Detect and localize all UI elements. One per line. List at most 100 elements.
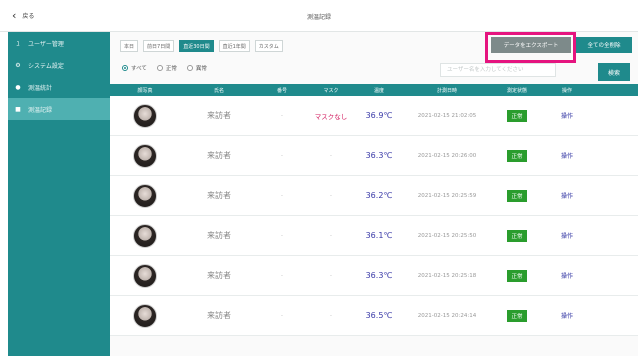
- mask-status: -: [329, 272, 333, 279]
- visitor-name: 来訪者: [207, 151, 231, 160]
- timestamp: 2021-02-15 20:24:14: [417, 312, 477, 319]
- timestamp: 2021-02-15 20:25:18: [417, 272, 477, 279]
- table-row: 来訪者 - - 36.2℃ 2021-02-15 20:25:59 正常 操作: [110, 176, 638, 216]
- avatar: [133, 303, 157, 328]
- sidebar-item-records[interactable]: ■ 測温記録: [8, 98, 110, 120]
- sidebar-item-users[interactable]: ﾕ ユーザー管理: [8, 32, 110, 54]
- timestamp: 2021-02-15 20:25:59: [417, 192, 477, 199]
- temperature: 36.1℃: [365, 231, 393, 240]
- radio-dot: [186, 65, 193, 71]
- radio-label: すべて: [131, 66, 147, 72]
- radio-dot: [122, 65, 128, 71]
- sidebar-item-label: ユーザー管理: [28, 40, 64, 48]
- visitor-number: -: [280, 232, 284, 239]
- sidebar-item-statistics[interactable]: ● 測温統計: [8, 76, 110, 98]
- column-header: 温度: [373, 87, 384, 94]
- status-badge: 正常: [507, 269, 527, 282]
- temperature: 36.3℃: [365, 271, 393, 280]
- status-badge: 正常: [507, 109, 527, 122]
- temperature: 36.2℃: [365, 191, 393, 200]
- main-content: 本日 前日7日間 直近30日間 直近1年間 カスタム データをエクスポート 全て…: [110, 32, 638, 356]
- date-filter-group: 本日 前日7日間 直近30日間 直近1年間 カスタム: [120, 40, 283, 52]
- radio-normal[interactable]: 正常: [156, 64, 177, 72]
- sidebar-item-settings[interactable]: ⚙ システム設定: [8, 54, 110, 76]
- status-radio-group: すべて 正常 異常: [122, 64, 207, 72]
- export-data-button[interactable]: データをエクスポート: [491, 37, 571, 53]
- avatar: [133, 143, 157, 168]
- filter-custom[interactable]: カスタム: [254, 40, 283, 52]
- top-bar: ‹ 戻る 測温記録: [0, 0, 638, 32]
- avatar: [133, 183, 157, 208]
- timestamp: 2021-02-15 20:26:00: [417, 152, 477, 159]
- search-button[interactable]: 検索: [598, 63, 630, 81]
- chart-icon: ●: [15, 83, 21, 91]
- column-header: 番号: [276, 87, 287, 94]
- search-input[interactable]: [440, 63, 556, 77]
- visitor-name: 来訪者: [207, 271, 231, 280]
- visitor-name: 来訪者: [207, 191, 231, 200]
- operation-link[interactable]: 操作: [561, 273, 573, 280]
- filter-today[interactable]: 本日: [120, 40, 139, 52]
- operation-link[interactable]: 操作: [561, 153, 573, 160]
- gear-icon: ⚙: [15, 61, 21, 69]
- status-badge: 正常: [507, 229, 527, 242]
- filter-last-30-days[interactable]: 直近30日間: [179, 40, 214, 52]
- table-row: 来訪者 - - 36.3℃ 2021-02-15 20:25:18 正常 操作: [110, 256, 638, 296]
- timestamp: 2021-02-15 21:02:05: [417, 112, 477, 119]
- visitor-number: -: [280, 112, 284, 119]
- sidebar-item-label: 測温統計: [28, 84, 53, 92]
- column-header: 計測日時: [436, 87, 457, 94]
- page-title: 測温記録: [306, 14, 331, 21]
- column-header: 氏名: [213, 87, 224, 94]
- status-badge: 正常: [507, 149, 527, 162]
- radio-label: 異常: [195, 66, 207, 72]
- avatar: [133, 223, 157, 248]
- sidebar-item-label: システム設定: [28, 62, 64, 70]
- sidebar-item-label: 測温記録: [28, 106, 53, 114]
- users-icon: ﾕ: [16, 40, 20, 48]
- visitor-name: 来訪者: [207, 111, 231, 120]
- visitor-number: -: [280, 312, 284, 319]
- operation-link[interactable]: 操作: [561, 313, 573, 320]
- column-header: 測定状態: [506, 87, 527, 94]
- delete-all-button[interactable]: 全ての全削除: [576, 37, 632, 53]
- avatar: [133, 103, 157, 128]
- radio-all[interactable]: すべて: [122, 64, 147, 72]
- mask-status: -: [329, 192, 333, 199]
- radio-abnormal[interactable]: 異常: [186, 64, 207, 72]
- status-badge: 正常: [507, 309, 527, 322]
- visitor-number: -: [280, 152, 284, 159]
- mask-status: -: [329, 152, 333, 159]
- timestamp: 2021-02-15 20:25:50: [417, 232, 477, 239]
- visitor-name: 来訪者: [207, 311, 231, 320]
- visitor-name: 来訪者: [207, 231, 231, 240]
- temperature: 36.9℃: [365, 111, 393, 120]
- column-header: 顔写真: [137, 87, 153, 94]
- records-table: 顔写真 氏名 番号 マスク 温度 計測日時 測定状態 操作 来訪者 - マスクな…: [110, 84, 638, 336]
- visitor-number: -: [280, 192, 284, 199]
- table-row: 来訪者 - マスクなし 36.9℃ 2021-02-15 21:02:05 正常…: [110, 96, 638, 136]
- visitor-number: -: [280, 272, 284, 279]
- sidebar: ﾕ ユーザー管理 ⚙ システム設定 ● 測温統計 ■ 測温記録: [8, 32, 110, 356]
- mask-status: マスクなし: [314, 112, 348, 121]
- column-header: マスク: [323, 87, 339, 94]
- temperature: 36.3℃: [365, 151, 393, 160]
- avatar: [133, 263, 157, 288]
- temperature: 36.5℃: [365, 311, 393, 320]
- radio-dot: [156, 65, 163, 71]
- mask-status: -: [329, 312, 333, 319]
- table-header: 顔写真 氏名 番号 マスク 温度 計測日時 測定状態 操作: [110, 84, 638, 96]
- record-icon: ■: [15, 105, 21, 113]
- radio-label: 正常: [165, 66, 177, 72]
- filter-last-1-year[interactable]: 直近1年間: [218, 40, 250, 52]
- table-row: 来訪者 - - 36.5℃ 2021-02-15 20:24:14 正常 操作: [110, 296, 638, 336]
- filter-last-7-days[interactable]: 前日7日間: [143, 40, 175, 52]
- status-badge: 正常: [507, 189, 527, 202]
- operation-link[interactable]: 操作: [561, 233, 573, 240]
- operation-link[interactable]: 操作: [561, 193, 573, 200]
- table-row: 来訪者 - - 36.3℃ 2021-02-15 20:26:00 正常 操作: [110, 136, 638, 176]
- table-row: 来訪者 - - 36.1℃ 2021-02-15 20:25:50 正常 操作: [110, 216, 638, 256]
- column-header: 操作: [561, 87, 572, 94]
- operation-link[interactable]: 操作: [561, 113, 573, 120]
- mask-status: -: [329, 232, 333, 239]
